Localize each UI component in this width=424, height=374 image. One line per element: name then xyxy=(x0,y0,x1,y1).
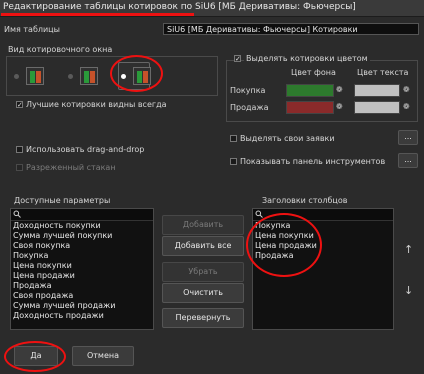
view-radio-1[interactable] xyxy=(14,74,19,79)
list-item[interactable]: Сумма лучшей продажи xyxy=(11,301,153,311)
bg-color-header: Цвет фона xyxy=(291,68,336,77)
ask-bar-icon xyxy=(36,71,41,83)
search-icon xyxy=(255,210,263,218)
list-item[interactable]: Цена продажи xyxy=(11,271,153,281)
buy-text-swatch[interactable] xyxy=(354,84,400,97)
list-item[interactable]: Сумма лучшей покупки xyxy=(11,231,153,241)
ok-highlight xyxy=(4,341,66,372)
toolbar-panel-button[interactable]: ... xyxy=(398,153,418,168)
view-group-label: Вид котировочного окна xyxy=(8,45,113,54)
best-visible-checkbox[interactable]: ✓ xyxy=(16,101,23,109)
clear-button[interactable]: Очистить xyxy=(162,283,244,303)
sparse-label: Разреженный стакан xyxy=(26,163,116,172)
window-title: Редактирование таблицы котировок по SiU6… xyxy=(3,2,356,12)
cancel-button[interactable]: Отмена xyxy=(72,346,134,366)
drag-drop-checkbox[interactable] xyxy=(16,146,23,153)
headers-highlight xyxy=(246,213,322,277)
color-highlight-label: Выделять котировки цветом xyxy=(244,54,370,63)
own-orders-checkbox[interactable] xyxy=(230,135,237,142)
ask-bar-icon xyxy=(90,71,95,83)
palette-icon[interactable]: ❁ xyxy=(403,102,410,111)
best-visible-label: Лучшие котировки видны всегда xyxy=(26,100,167,109)
view-option-highlight xyxy=(110,55,163,92)
list-item[interactable]: Доходность покупки xyxy=(11,221,153,231)
table-name-label: Имя таблицы xyxy=(4,25,60,34)
move-up-button[interactable]: ↑ xyxy=(404,243,413,256)
list-item[interactable]: Своя продажа xyxy=(11,291,153,301)
title-highlight xyxy=(1,13,194,16)
toolbar-panel-checkbox[interactable] xyxy=(230,158,237,165)
sparse-checkbox xyxy=(16,164,23,171)
headers-title: Заголовки столбцов xyxy=(262,196,348,205)
available-search[interactable] xyxy=(11,209,153,221)
add-button[interactable]: Добавить xyxy=(162,215,244,235)
color-highlight-checkbox[interactable]: ✓ xyxy=(234,55,241,63)
add-all-button[interactable]: Добавить все xyxy=(162,236,244,256)
remove-button[interactable]: Убрать xyxy=(162,262,244,282)
available-title: Доступные параметры xyxy=(14,196,111,205)
own-orders-label: Выделять свои заявки xyxy=(240,134,335,143)
own-orders-button[interactable]: ... xyxy=(398,130,418,145)
search-icon xyxy=(13,210,21,218)
toolbar-panel-label: Показывать панель инструментов xyxy=(240,157,386,166)
sell-text-swatch[interactable] xyxy=(354,101,400,114)
palette-icon[interactable]: ❁ xyxy=(403,85,410,94)
sell-bg-swatch[interactable] xyxy=(286,101,334,114)
view-icon-1[interactable] xyxy=(26,67,44,85)
buy-bg-swatch[interactable] xyxy=(286,84,334,97)
move-down-button[interactable]: ↓ xyxy=(404,284,413,297)
table-name-input[interactable]: SiU6 [МБ Деривативы: Фьючерсы] Котировки xyxy=(163,23,419,35)
text-color-header: Цвет текста xyxy=(357,68,409,77)
flip-button[interactable]: Перевернуть xyxy=(162,308,244,328)
drag-drop-label: Использовать drag-and-drop xyxy=(26,145,145,154)
bid-bar-icon xyxy=(30,71,35,83)
list-item[interactable]: Цена покупки xyxy=(11,261,153,271)
list-item[interactable]: Покупка xyxy=(11,251,153,261)
bid-bar-icon xyxy=(84,71,89,83)
view-radio-2[interactable] xyxy=(68,74,73,79)
sell-row-label: Продажа xyxy=(230,103,269,112)
buy-row-label: Покупка xyxy=(230,86,266,95)
list-item[interactable]: Продажа xyxy=(11,281,153,291)
view-icon-2[interactable] xyxy=(80,67,98,85)
palette-icon[interactable]: ❁ xyxy=(336,85,343,94)
available-list[interactable]: Доходность покупки Сумма лучшей покупки … xyxy=(10,208,154,330)
list-item[interactable]: Доходность продажи xyxy=(11,311,153,321)
palette-icon[interactable]: ❁ xyxy=(336,102,343,111)
list-item[interactable]: Своя покупка xyxy=(11,241,153,251)
